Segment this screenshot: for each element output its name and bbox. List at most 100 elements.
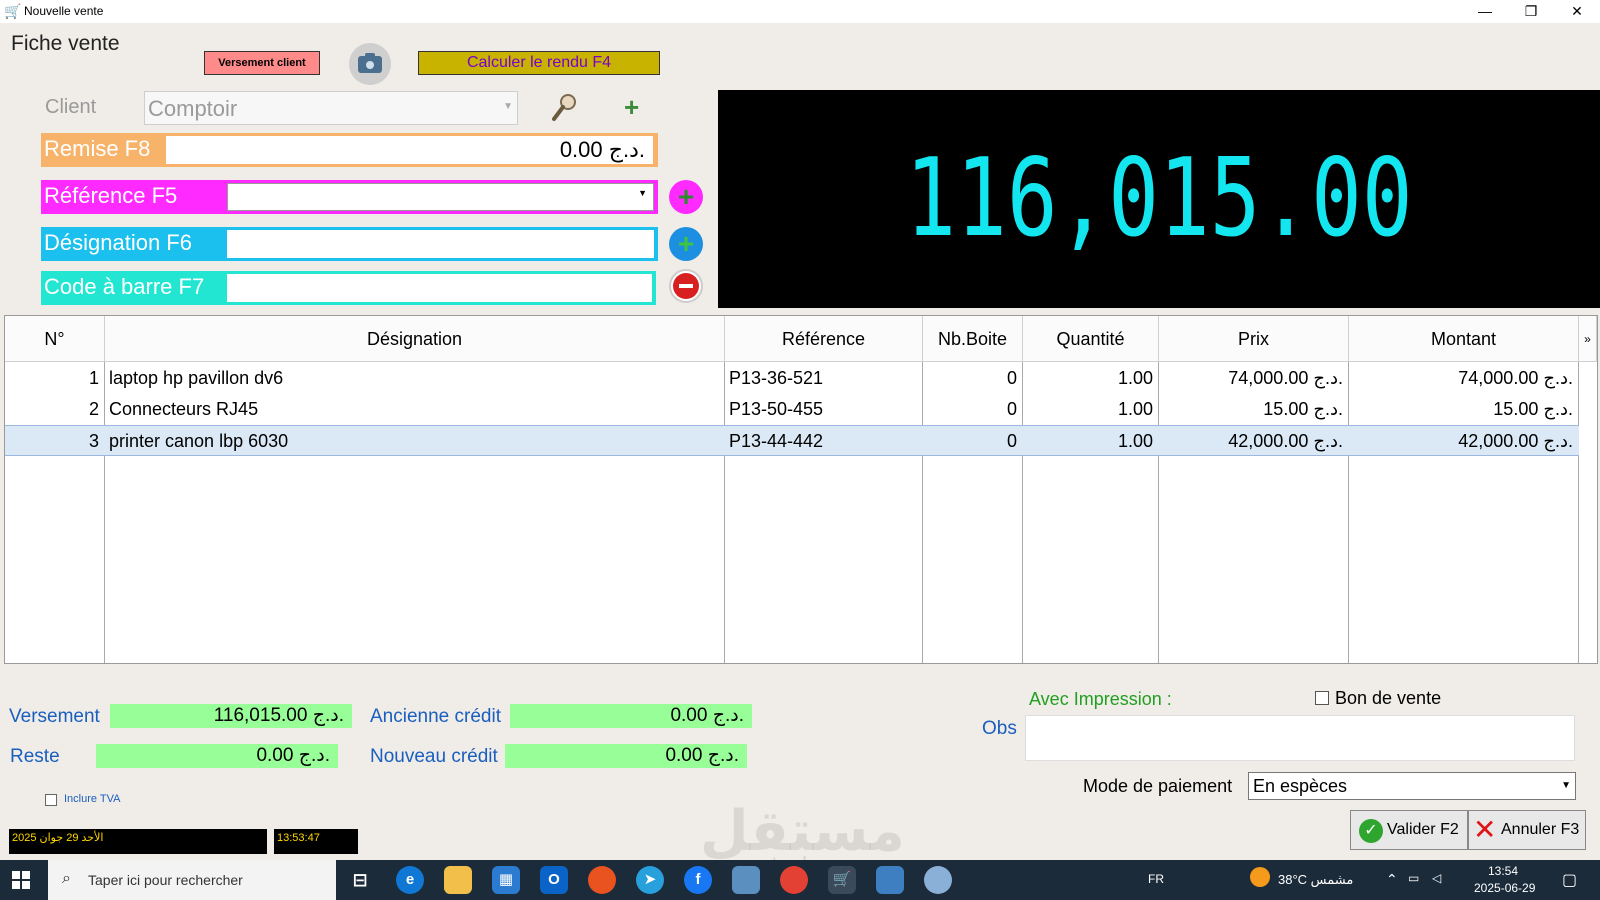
restore-button[interactable]: ❐	[1508, 0, 1554, 23]
network-icon[interactable]: ▭	[1408, 871, 1419, 885]
reste-field[interactable]: 0.00 د.ج.	[96, 744, 338, 768]
impression-label: Avec Impression :	[1029, 689, 1172, 709]
calculer-rendu-button[interactable]: Calculer le rendu F4	[418, 51, 660, 75]
search-icon[interactable]	[550, 92, 578, 122]
designation-label: Désignation F6	[44, 230, 192, 255]
inclure-tva-checkbox[interactable]	[45, 794, 57, 806]
windows-start-icon[interactable]	[12, 871, 30, 889]
cell-n: 2	[88, 399, 99, 419]
client-select[interactable]: Comptoir ▼	[144, 91, 518, 125]
check-icon: ✓	[1359, 819, 1383, 843]
cart-app-icon[interactable]: 🛒	[828, 866, 856, 894]
taskbar-search-placeholder: Taper ici pour rechercher	[88, 872, 243, 888]
versement-client-button[interactable]: Versement client	[204, 51, 320, 75]
annuler-label: Annuler F3	[1501, 821, 1580, 838]
versement-label: Versement	[9, 706, 100, 727]
language-indicator[interactable]: FR	[1148, 872, 1164, 886]
reste-label: Reste	[10, 746, 60, 767]
minimize-button[interactable]: —	[1462, 0, 1508, 23]
valider-button[interactable]: ✓ Valider F2	[1350, 810, 1468, 850]
column-header-designation[interactable]: Désignation	[105, 316, 725, 362]
taskbar-search[interactable]: ⌕ Taper ici pour rechercher	[48, 860, 336, 900]
chrome-icon[interactable]	[780, 866, 808, 894]
remise-input[interactable]: 0.00 د.ج.	[166, 136, 653, 164]
column-header-n[interactable]: N°	[5, 316, 105, 362]
obs-label: Obs	[982, 718, 1017, 739]
column-header-prix[interactable]: Prix	[1159, 316, 1349, 362]
title-bar: 🛒 Nouvelle vente — ❐ ✕	[0, 0, 1600, 23]
close-button[interactable]: ✕	[1554, 0, 1600, 23]
cell-n: 3	[88, 431, 99, 451]
column-header-quantite[interactable]: Quantité	[1023, 316, 1159, 362]
taskbar: ⌕ Taper ici pour rechercher ⊟ e ▦ O ➤ f …	[0, 860, 1600, 900]
date-display: الأحد 29 جوان 2025	[9, 829, 267, 854]
total-display: 116,015.00 د.ج.	[718, 90, 1600, 479]
notification-icon[interactable]: ▢	[1562, 870, 1577, 890]
weather-text[interactable]: 38°C مشمس	[1278, 872, 1353, 888]
column-scroll-icon[interactable]: »	[1579, 316, 1597, 362]
column-header-montant[interactable]: Montant	[1349, 316, 1579, 362]
mode-paiement-value: En espèces	[1253, 776, 1348, 796]
chevron-down-icon: ▼	[1561, 780, 1571, 791]
nouveau-credit-field[interactable]: 0.00 د.ج.	[505, 744, 747, 768]
cell-montant: 74,000.00 د.ج.	[1458, 368, 1573, 388]
add-client-icon[interactable]: +	[624, 94, 639, 120]
bon-de-vente-label: Bon de vente	[1335, 688, 1442, 708]
reference-label: Référence F5	[44, 183, 178, 208]
cell-montant: 15.00 د.ج.	[1493, 399, 1573, 419]
cell-designation: printer canon lbp 6030	[109, 431, 289, 451]
bon-de-vente-checkbox[interactable]	[1315, 691, 1329, 705]
outlook-icon[interactable]: O	[540, 866, 568, 894]
reference-input[interactable]: ▼	[227, 183, 654, 211]
edge-icon[interactable]: e	[396, 866, 424, 894]
clock-date[interactable]: 2025-06-29	[1474, 881, 1535, 895]
table-row[interactable]: 2 Connecteurs RJ45 P13-50-455 0 1.00 15.…	[5, 394, 1579, 425]
cell-nb-boite: 0	[1006, 368, 1017, 388]
cell-montant: 42,000.00 د.ج.	[1458, 431, 1573, 451]
paint-icon[interactable]	[924, 866, 952, 894]
annuler-button[interactable]: ✕ Annuler F3	[1468, 810, 1586, 850]
nouveau-credit-label: Nouveau crédit	[370, 746, 498, 767]
inclure-tva-label: Inclure TVA	[64, 793, 121, 805]
mode-paiement-select[interactable]: En espèces ▼	[1248, 772, 1576, 800]
remise-label: Remise F8	[44, 136, 151, 161]
ancienne-credit-field[interactable]: 0.00 د.ج.	[510, 704, 752, 728]
cell-reference: P13-44-442	[729, 431, 824, 451]
cell-quantite: 1.00	[1117, 368, 1153, 388]
cart-icon: 🛒	[4, 3, 22, 19]
cell-prix: 42,000.00 د.ج.	[1228, 431, 1343, 451]
camera-icon[interactable]	[349, 43, 391, 85]
mode-paiement-label: Mode de paiement	[1083, 776, 1233, 796]
table-row[interactable]: 1 laptop hp pavillon dv6 P13-36-521 0 1.…	[5, 363, 1579, 394]
volume-icon[interactable]: ◁	[1432, 871, 1441, 885]
add-designation-icon[interactable]: +	[669, 227, 703, 261]
time-display: 13:53:47	[274, 829, 358, 854]
add-reference-icon[interactable]: +	[669, 180, 703, 214]
facebook-icon[interactable]: f	[684, 866, 712, 894]
cell-quantite: 1.00	[1117, 431, 1153, 451]
column-header-nb-boite[interactable]: Nb.Boite	[923, 316, 1023, 362]
client-label: Client	[45, 96, 97, 118]
table-row-selected[interactable]: 3 printer canon lbp 6030 P13-44-442 0 1.…	[5, 425, 1579, 456]
app-icon[interactable]	[732, 866, 760, 894]
firefox-icon[interactable]	[588, 866, 616, 894]
folder-icon[interactable]	[444, 866, 472, 894]
remove-line-icon[interactable]	[669, 269, 703, 303]
page-title: Fiche vente	[11, 32, 120, 55]
clock-time[interactable]: 13:54	[1488, 864, 1518, 878]
search-icon: ⌕	[62, 870, 71, 887]
sun-icon	[1250, 867, 1270, 887]
tray-chevron-icon[interactable]: ⌃	[1386, 871, 1398, 888]
telegram-icon[interactable]: ➤	[636, 866, 664, 894]
ancienne-credit-label: Ancienne crédit	[370, 706, 501, 727]
barcode-label: Code à barre F7	[44, 274, 205, 299]
versement-field[interactable]: 116,015.00 د.ج.	[110, 704, 352, 728]
store-icon[interactable]: ▦	[492, 866, 520, 894]
barcode-input[interactable]	[227, 274, 652, 302]
image-viewer-icon[interactable]	[876, 866, 904, 894]
obs-input[interactable]	[1025, 715, 1575, 761]
task-view-icon[interactable]: ⊟	[346, 866, 374, 894]
designation-input[interactable]	[227, 230, 654, 258]
close-icon: ✕	[1473, 814, 1497, 845]
column-header-reference[interactable]: Référence	[725, 316, 923, 362]
